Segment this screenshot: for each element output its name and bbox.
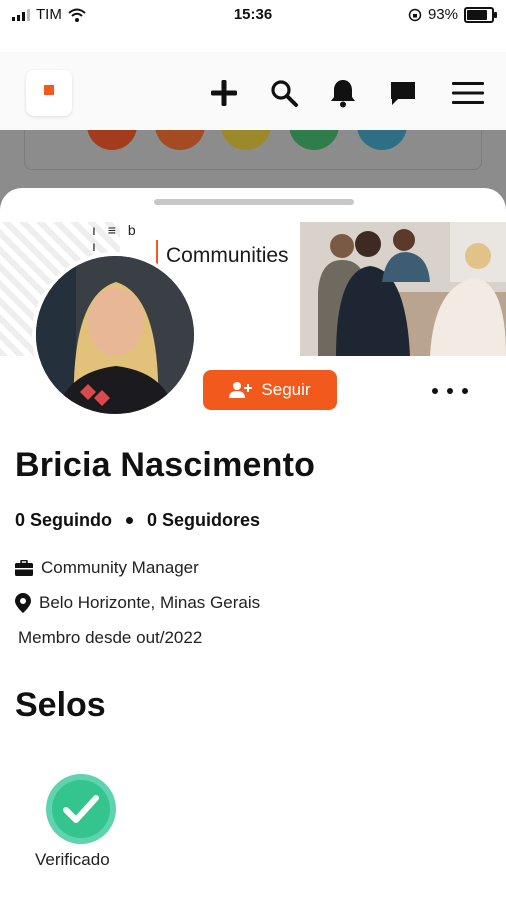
separator-dot (126, 517, 134, 524)
status-right: 93% (408, 6, 497, 23)
app-logo[interactable] (26, 70, 72, 116)
avatar[interactable] (32, 252, 198, 418)
checkmark-icon (63, 795, 99, 823)
avatar-photo (36, 256, 194, 414)
location-row: Belo Horizonte, Minas Gerais (15, 593, 260, 613)
member-since-text: Membro desde out/2022 (18, 628, 203, 647)
location-pin-icon (15, 593, 31, 613)
bell-icon[interactable] (326, 76, 360, 110)
follow-button-label: Seguir (261, 380, 311, 399)
team-photo (300, 222, 506, 356)
following-count[interactable]: 0 Seguindo (15, 510, 112, 531)
more-options-icon[interactable] (432, 384, 468, 398)
cover-title: Communities (166, 244, 289, 267)
follow-button[interactable]: Seguir (203, 370, 337, 410)
follow-stats: 0 Seguindo 0 Seguidores (15, 510, 260, 531)
add-user-icon (229, 382, 253, 398)
cover-photo (300, 222, 506, 356)
badge-label: Verificado (35, 850, 110, 869)
add-icon[interactable] (207, 76, 241, 110)
battery-icon (464, 6, 497, 23)
drag-handle[interactable] (154, 199, 354, 205)
status-bar: TIM 15:36 93% (0, 0, 506, 32)
role-row: Community Manager (15, 558, 199, 578)
profile-name: Bricia Nascimento (15, 446, 316, 484)
followers-count[interactable]: 0 Seguidores (147, 510, 260, 531)
verified-badge[interactable] (46, 774, 116, 844)
chat-icon[interactable] (386, 76, 420, 110)
menu-icon[interactable] (451, 76, 485, 110)
member-since-row: Membro desde out/2022 (18, 628, 202, 648)
cover-logo-fragment: ı ≡ b ı (92, 222, 140, 254)
location-text: Belo Horizonte, Minas Gerais (39, 593, 261, 612)
search-icon[interactable] (267, 76, 301, 110)
role-text: Community Manager (41, 558, 199, 577)
screen-lock-icon (408, 8, 422, 21)
badges-title: Selos (15, 686, 106, 724)
battery-percent: 93% (427, 6, 458, 23)
app-header (0, 52, 506, 130)
briefcase-icon (15, 560, 33, 576)
